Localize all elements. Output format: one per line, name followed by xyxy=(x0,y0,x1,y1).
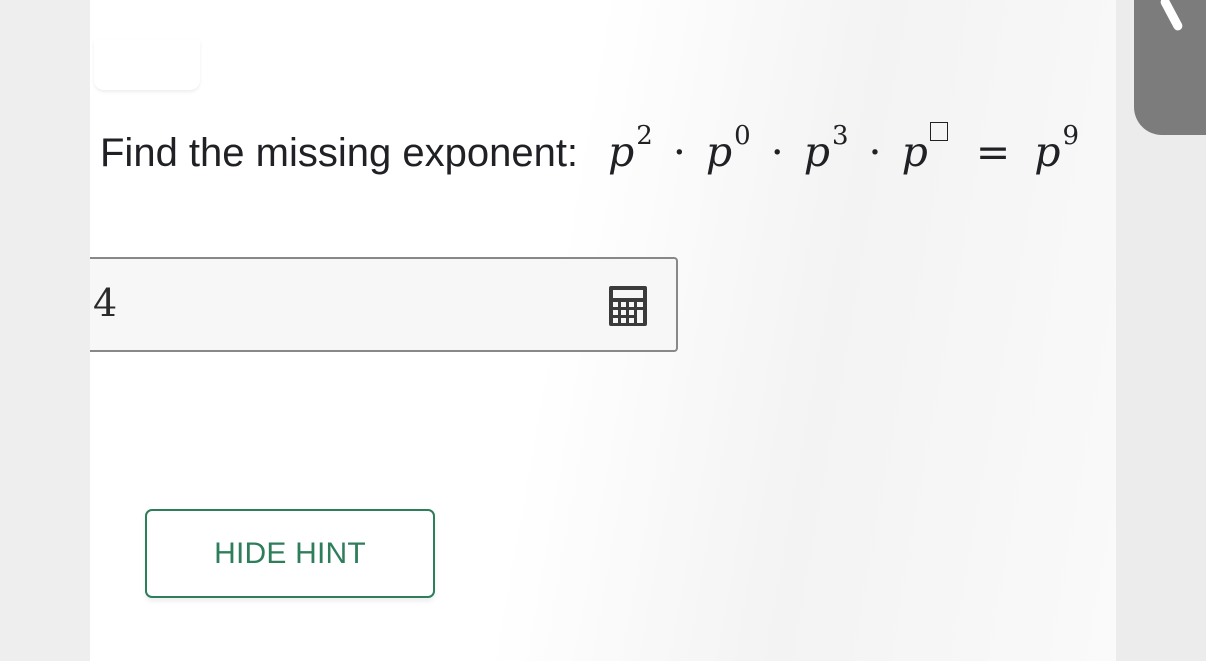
multiply-operator: · xyxy=(770,128,784,176)
page: Find the missing exponent: p 2 · p 0 · p… xyxy=(0,0,1206,661)
hide-hint-button[interactable]: HIDE HINT xyxy=(145,509,435,598)
multiply-operator: · xyxy=(672,128,686,176)
result-exponent: 9 xyxy=(1062,121,1079,151)
term-exponent: 0 xyxy=(734,121,751,151)
answer-input[interactable]: 4 xyxy=(90,257,678,352)
result-base: p xyxy=(1034,128,1061,176)
term-base: p xyxy=(705,128,733,176)
multiply-operator: · xyxy=(868,128,882,176)
question: Find the missing exponent: p 2 · p 0 · p… xyxy=(100,121,1079,198)
equals-sign: = xyxy=(975,128,1011,176)
term-base: p xyxy=(608,128,635,176)
term-base: p xyxy=(803,128,830,176)
hide-hint-label: HIDE HINT xyxy=(214,536,366,570)
math-expression: p 2 · p 0 · p 3 · p = p 9 xyxy=(608,121,1079,176)
answer-value: 4 xyxy=(93,281,118,325)
top-tab[interactable] xyxy=(94,40,200,90)
question-prompt: Find the missing exponent: xyxy=(100,131,579,175)
term-base: p xyxy=(901,128,928,176)
term-exponent: 2 xyxy=(636,121,653,151)
blank-box-icon xyxy=(929,122,948,141)
term-exponent: 3 xyxy=(831,121,849,151)
calculator-icon[interactable] xyxy=(608,285,648,327)
